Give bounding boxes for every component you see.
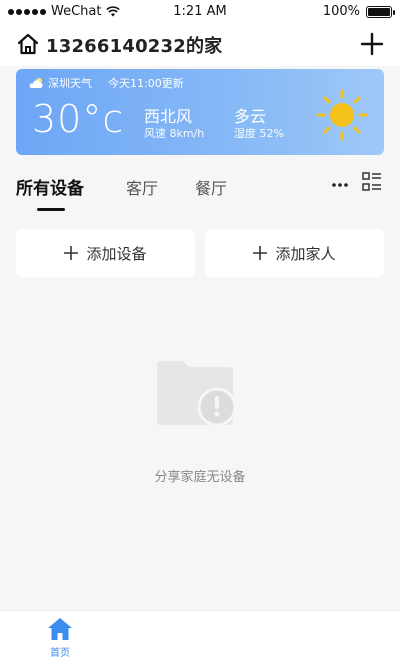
home-header: 13266140232的家: [0, 24, 400, 66]
add-device-button[interactable]: 添加设备: [16, 229, 195, 277]
weather-wind-speed: 风速 8km/h: [144, 127, 205, 140]
weather-city: 深圳天气: [48, 77, 92, 90]
tab-all-devices[interactable]: 所有设备: [16, 174, 84, 199]
weather-condition: 多云: [234, 107, 267, 126]
plus-icon: [253, 246, 268, 260]
sun-icon: [316, 89, 368, 141]
bottom-nav: 首页: [0, 610, 400, 666]
battery-fill: [368, 7, 390, 16]
weather-humidity: 湿度 52%: [234, 127, 284, 140]
home-icon: [48, 618, 72, 640]
weather-update-time: 今天11:00更新: [108, 77, 184, 90]
weather-card[interactable]: 深圳天气 今天11:00更新 30°c 西北风 风速 8km/h 多云 湿度 5…: [16, 69, 384, 155]
list-grid-icon[interactable]: [362, 172, 382, 192]
cloud-icon: [29, 78, 43, 88]
status-right: 100%: [322, 4, 395, 19]
tab-living-room[interactable]: 客厅: [126, 175, 158, 199]
app-screen: WeChat 1:21 AM 100% 13266140232的家 深圳天气 今…: [0, 0, 400, 666]
empty-folder-icon: [157, 361, 237, 427]
plus-icon[interactable]: [360, 32, 384, 56]
status-bar: WeChat 1:21 AM 100%: [0, 0, 400, 24]
tab-dining-room[interactable]: 餐厅: [195, 175, 227, 199]
home-icon[interactable]: [16, 32, 40, 56]
weather-temperature: 30°c: [32, 97, 125, 141]
empty-state-text: 分享家庭无设备: [154, 470, 246, 485]
add-family-button[interactable]: 添加家人: [205, 229, 384, 277]
more-icon[interactable]: [332, 182, 348, 188]
home-title[interactable]: 13266140232的家: [46, 32, 222, 58]
add-family-label: 添加家人: [275, 244, 336, 263]
add-device-label: 添加设备: [86, 244, 147, 263]
nav-item-home-label: 首页: [50, 648, 70, 659]
weather-wind-direction: 西北风: [144, 107, 193, 126]
nav-item-home[interactable]: 首页: [40, 617, 80, 659]
tab-active-indicator: [37, 208, 65, 211]
battery-icon: [366, 5, 395, 18]
plus-icon: [64, 246, 79, 260]
battery-percent: 100%: [322, 4, 360, 19]
room-tabs: 所有设备 客厅 餐厅: [0, 164, 400, 214]
